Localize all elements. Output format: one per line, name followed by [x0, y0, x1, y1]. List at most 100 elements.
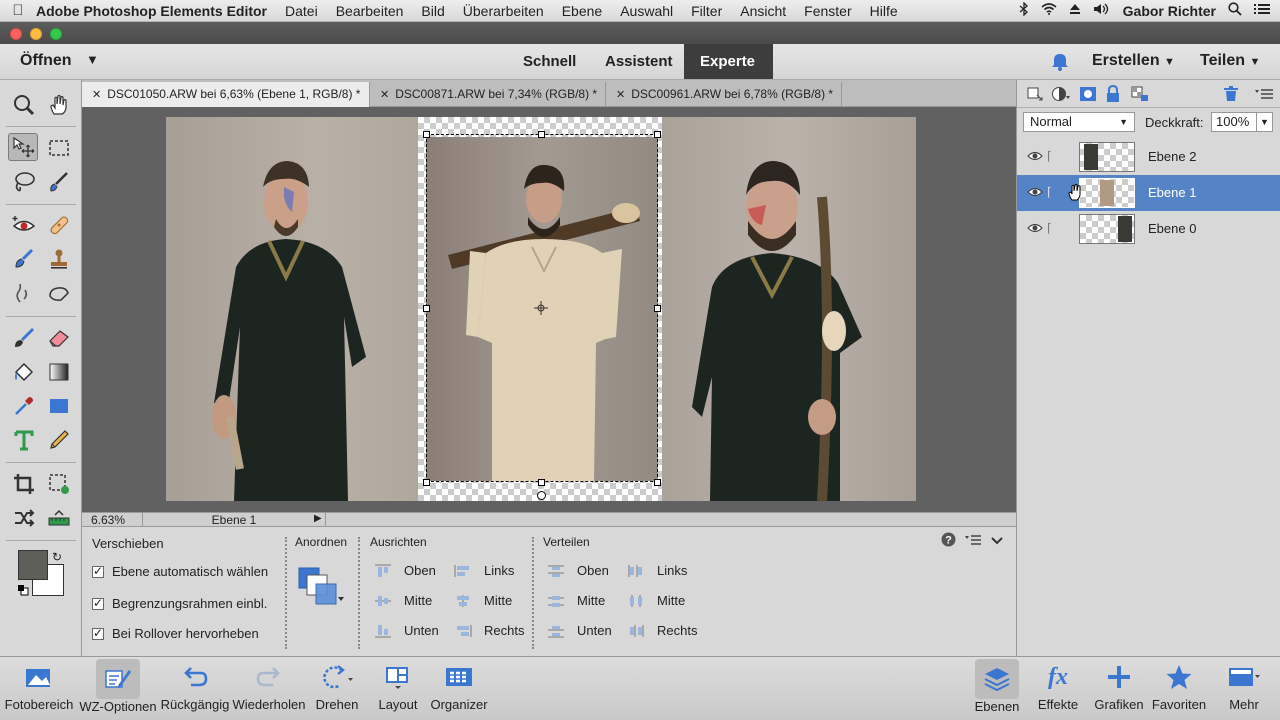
close-tab-icon[interactable]: ✕	[380, 89, 389, 101]
open-button[interactable]: Öffnen	[20, 52, 72, 70]
transform-handle-top-left[interactable]	[423, 131, 430, 138]
checkbox-box[interactable]	[92, 626, 104, 640]
transform-handle-bottom-left[interactable]	[423, 479, 430, 486]
collapse-options-icon[interactable]	[990, 534, 1004, 549]
transform-handle-right[interactable]	[654, 305, 661, 312]
transform-handle-bottom-right[interactable]	[654, 479, 661, 486]
wifi-icon[interactable]	[1041, 3, 1057, 18]
menubar-user[interactable]: Gabor Richter	[1123, 3, 1216, 19]
menu-datei[interactable]: Datei	[285, 3, 318, 19]
adjustment-layer-icon[interactable]	[1051, 86, 1071, 105]
distribute-top-button[interactable]: Oben	[547, 563, 609, 578]
layers-panel-menu-icon[interactable]	[1255, 88, 1273, 103]
menu-hilfe[interactable]: Hilfe	[870, 3, 898, 19]
distribute-right-button[interactable]: Rechts	[627, 623, 697, 638]
volume-icon[interactable]	[1093, 3, 1111, 18]
quick-selection-tool-icon[interactable]	[44, 168, 74, 196]
paint-bucket-tool-icon[interactable]	[9, 358, 39, 386]
lock-transparency-icon[interactable]	[1131, 86, 1149, 105]
lock-layer-icon[interactable]	[1105, 84, 1121, 106]
photo-bin-button[interactable]: Fotobereich	[4, 657, 74, 720]
share-button[interactable]: Teilen ▼	[1200, 52, 1260, 70]
close-tab-icon[interactable]: ✕	[616, 89, 625, 101]
close-tab-icon[interactable]: ✕	[92, 89, 101, 101]
sponge-tool-icon[interactable]	[44, 279, 74, 307]
checkbox-box[interactable]	[92, 564, 104, 578]
rotate-button[interactable]: Drehen	[310, 657, 364, 720]
layout-button[interactable]: Layout	[372, 657, 424, 720]
distribute-left-button[interactable]: Links	[627, 563, 687, 578]
options-menu-icon[interactable]	[965, 534, 981, 549]
status-menu-arrow-icon[interactable]: ▶	[314, 513, 322, 524]
graphics-button[interactable]: Grafiken	[1094, 657, 1144, 720]
crop-tool-icon[interactable]	[9, 470, 39, 498]
menu-ansicht[interactable]: Ansicht	[740, 3, 786, 19]
show-bounding-box-checkbox[interactable]: Begrenzungsrahmen einbl.	[92, 596, 267, 611]
eject-icon[interactable]	[1069, 3, 1081, 18]
zoom-tool-icon[interactable]	[9, 91, 39, 119]
transform-handle-left[interactable]	[423, 305, 430, 312]
rotate-handle[interactable]	[537, 491, 546, 500]
brush-tool-icon[interactable]	[9, 324, 39, 352]
transform-handle-top-right[interactable]	[654, 131, 661, 138]
undo-button[interactable]: Rückgängig	[160, 657, 230, 720]
close-window-button[interactable]	[10, 28, 22, 40]
menubar-app-name[interactable]: Adobe Photoshop Elements Editor	[36, 3, 267, 19]
document-tab-dsc01050[interactable]: ✕ DSC01050.ARW bei 6,63% (Ebene 1, RGB/8)…	[82, 82, 370, 107]
type-tool-icon[interactable]	[9, 426, 39, 454]
layer-link-icon[interactable]: ⌈	[1047, 221, 1052, 235]
blend-mode-dropdown[interactable]: Normal ▼	[1023, 112, 1135, 132]
content-aware-move-tool-icon[interactable]	[9, 504, 39, 532]
distribute-middle-button[interactable]: Mitte	[547, 593, 605, 608]
create-button[interactable]: Erstellen ▼	[1092, 52, 1175, 70]
swap-colors-icon[interactable]: ↻	[52, 550, 62, 564]
layer-visibility-eye-icon[interactable]	[1027, 150, 1043, 165]
align-right-button[interactable]: Rechts	[454, 623, 524, 638]
menu-ebene[interactable]: Ebene	[562, 3, 602, 19]
organizer-button[interactable]: Organizer	[428, 657, 490, 720]
distribute-bottom-button[interactable]: Unten	[547, 623, 612, 638]
clone-stamp-tool-icon[interactable]	[44, 245, 74, 273]
foreground-color-swatch[interactable]	[18, 550, 48, 580]
pencil-tool-icon[interactable]	[44, 426, 74, 454]
hand-tool-icon[interactable]	[44, 91, 74, 119]
image-canvas-area[interactable]	[82, 107, 1016, 512]
more-button[interactable]: Mehr	[1220, 657, 1268, 720]
help-icon[interactable]: ?	[941, 532, 956, 550]
checkbox-box[interactable]	[92, 596, 104, 610]
distribute-center-button[interactable]: Mitte	[627, 593, 685, 608]
mode-tab-experte[interactable]: Experte	[684, 44, 773, 79]
spot-healing-tool-icon[interactable]	[44, 211, 74, 239]
spotlight-search-icon[interactable]	[1228, 2, 1242, 19]
photo-ebene-0[interactable]	[166, 117, 418, 501]
lasso-tool-icon[interactable]	[9, 168, 39, 196]
zoom-window-button[interactable]	[50, 28, 62, 40]
bounding-box[interactable]	[426, 134, 658, 482]
move-tool-icon[interactable]	[8, 133, 38, 161]
menu-auswahl[interactable]: Auswahl	[620, 3, 673, 19]
smart-brush-tool-icon[interactable]	[9, 245, 39, 273]
document-tab-dsc00961[interactable]: ✕ DSC00961.ARW bei 6,78% (RGB/8) *	[606, 82, 842, 107]
menu-fenster[interactable]: Fenster	[804, 3, 851, 19]
straighten-tool-icon[interactable]	[44, 504, 74, 532]
recompose-tool-icon[interactable]	[44, 470, 74, 498]
notification-bell-icon[interactable]	[1050, 51, 1070, 74]
blur-tool-icon[interactable]	[9, 279, 39, 307]
eyedropper-tool-icon[interactable]	[9, 392, 39, 420]
new-layer-icon[interactable]	[1025, 86, 1043, 105]
bluetooth-icon[interactable]	[1019, 1, 1029, 19]
align-left-button[interactable]: Links	[454, 563, 514, 578]
favorites-button[interactable]: Favoriten	[1150, 657, 1208, 720]
arrange-dropdown[interactable]	[298, 567, 348, 612]
layer-link-icon[interactable]: ⌈	[1047, 185, 1052, 199]
menu-bearbeiten[interactable]: Bearbeiten	[336, 3, 404, 19]
highlight-on-rollover-checkbox[interactable]: Bei Rollover hervorheben	[92, 626, 259, 641]
align-middle-button[interactable]: Mitte	[374, 593, 432, 608]
apple-icon[interactable]: 	[0, 2, 36, 19]
document-tab-dsc00871[interactable]: ✕ DSC00871.ARW bei 7,34% (RGB/8) *	[370, 82, 606, 107]
red-eye-tool-icon[interactable]	[9, 211, 39, 239]
photo-ebene-2[interactable]	[662, 117, 916, 501]
auto-select-layer-checkbox[interactable]: Ebene automatisch wählen	[92, 564, 268, 579]
redo-button[interactable]: Wiederholen	[232, 657, 306, 720]
layers-panel-button[interactable]: Ebenen	[972, 657, 1022, 720]
